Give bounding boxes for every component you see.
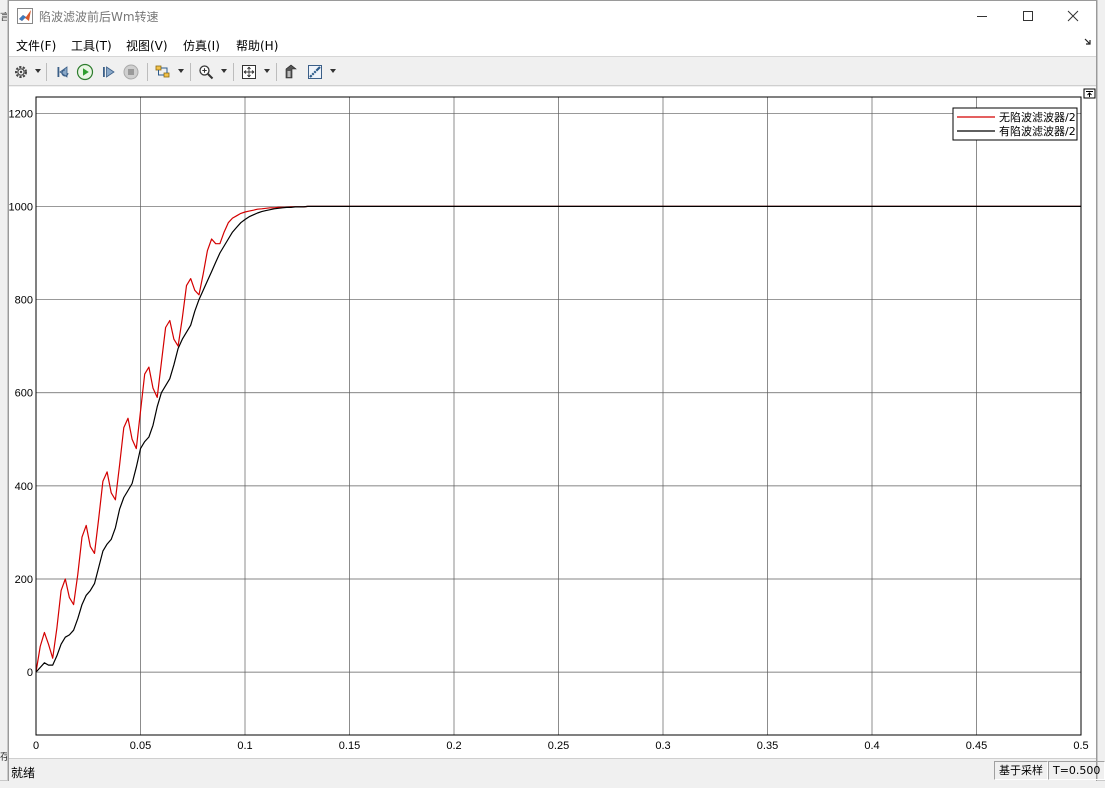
menu-tools[interactable]: 工具(T): [71, 37, 112, 54]
y-tick-label: 800: [15, 295, 33, 307]
x-tick-label: 0.2: [446, 740, 461, 752]
toolbar-separator: [190, 63, 191, 81]
zoom-button[interactable]: [196, 62, 216, 82]
x-tick-label: 0.05: [130, 740, 151, 752]
status-bar: 就绪 基于采样 T=0.500: [9, 758, 1105, 781]
y-tick-label: 0: [27, 667, 33, 679]
close-button[interactable]: [1050, 1, 1096, 31]
x-tick-label: 0.15: [339, 740, 360, 752]
legend[interactable]: 无陷波滤波器/2有陷波滤波器/2: [952, 107, 1078, 141]
toolbar-separator: [46, 63, 47, 81]
window-title: 陷波滤波前后Wm转速: [39, 10, 159, 24]
background-window-edge-bottom: [0, 780, 1105, 788]
legend-label: 有陷波滤波器/2: [999, 124, 1076, 138]
signal-selector-button[interactable]: [153, 62, 173, 82]
style-icon: [285, 64, 297, 79]
style-button[interactable]: [281, 62, 301, 82]
y-tick-label: 1200: [9, 108, 33, 120]
menu-help[interactable]: 帮助(H): [236, 37, 278, 54]
cursor-measure-icon: [308, 65, 322, 79]
fit-axes-button[interactable]: [239, 62, 259, 82]
sampling-mode-indicator: 基于采样: [994, 761, 1048, 780]
background-window-text: 存: [0, 752, 7, 763]
x-tick-label: 0.35: [757, 740, 778, 752]
x-tick-label: 0.45: [966, 740, 987, 752]
status-text: 就绪: [11, 766, 36, 780]
maximize-button[interactable]: [1005, 1, 1051, 31]
minimize-button[interactable]: [959, 1, 1005, 31]
run-icon: [76, 63, 94, 81]
gear-icon: [15, 66, 27, 78]
menu-file[interactable]: 文件(F): [16, 37, 56, 54]
step-forward-button[interactable]: [99, 62, 119, 82]
toolbar-separator: [147, 63, 148, 81]
y-tick-label: 200: [15, 574, 33, 586]
background-window-edge-left: 言 存: [0, 0, 8, 788]
x-tick-label: 0: [33, 740, 39, 752]
legend-label: 无陷波滤波器/2: [999, 110, 1076, 124]
toolbar-separator: [276, 63, 277, 81]
x-tick-label: 0.5: [1073, 740, 1088, 752]
x-tick-label: 0.25: [548, 740, 569, 752]
tick-labels: 0 0.05 0.1 0.15 0.2 0.25 0.3 0.35 0.4 0.45 0.5 0 200…: [9, 108, 1089, 752]
x-tick-label: 0.4: [864, 740, 879, 752]
zoom-in-icon: [199, 65, 214, 80]
restore-axes-button[interactable]: [1083, 88, 1096, 99]
minimize-icon: [977, 16, 987, 17]
y-tick-label: 1000: [9, 201, 33, 213]
step-forward-icon: [103, 66, 115, 78]
cursor-measure-button[interactable]: [305, 62, 325, 82]
background-window-edge-right: [1097, 0, 1105, 788]
toolbar-separator: [233, 63, 234, 81]
chevron-down-icon[interactable]: [178, 69, 184, 73]
chevron-down-icon[interactable]: [35, 69, 41, 73]
y-tick-label: 600: [15, 388, 33, 400]
stop-button[interactable]: [121, 62, 141, 82]
menu-view[interactable]: 视图(V): [126, 37, 168, 54]
menu-collapse-icon[interactable]: [1084, 38, 1092, 46]
toolbar: [9, 58, 1096, 86]
fit-axes-icon: [242, 65, 256, 79]
x-tick-label: 0.1: [237, 740, 252, 752]
chevron-down-icon[interactable]: [221, 69, 227, 73]
title-bar[interactable]: 陷波滤波前后Wm转速: [9, 1, 1096, 31]
step-back-icon: [57, 66, 69, 78]
menu-simulation[interactable]: 仿真(I): [183, 37, 220, 54]
x-tick-label: 0.3: [655, 740, 670, 752]
signal-selector-icon: [155, 65, 170, 78]
maximize-icon: [1023, 11, 1033, 21]
chevron-down-icon[interactable]: [330, 69, 336, 73]
matlab-icon: [17, 8, 33, 24]
step-back-button[interactable]: [53, 62, 73, 82]
run-button[interactable]: [75, 62, 95, 82]
scope-plot-area: 0 0.05 0.1 0.15 0.2 0.25 0.3 0.35 0.4 0.45 0.5 0 200…: [9, 87, 1096, 758]
y-tick-label: 400: [15, 481, 33, 493]
scope-window: 陷波滤波前后Wm转速 文件(F) 工具(T) 视图(V) 仿真(I) 帮助(H): [8, 0, 1105, 781]
stop-icon: [123, 64, 139, 80]
scope-chart[interactable]: 0 0.05 0.1 0.15 0.2 0.25 0.3 0.35 0.4 0.45 0.5 0 200…: [9, 87, 1096, 758]
grid-lines: [35, 97, 1082, 735]
close-icon: [1067, 10, 1079, 22]
background-window-text: 言: [0, 12, 7, 23]
settings-button[interactable]: [11, 62, 31, 82]
simulation-time-indicator: T=0.500: [1048, 761, 1105, 780]
chevron-down-icon[interactable]: [264, 69, 270, 73]
menu-bar: 文件(F) 工具(T) 视图(V) 仿真(I) 帮助(H): [9, 31, 1096, 57]
